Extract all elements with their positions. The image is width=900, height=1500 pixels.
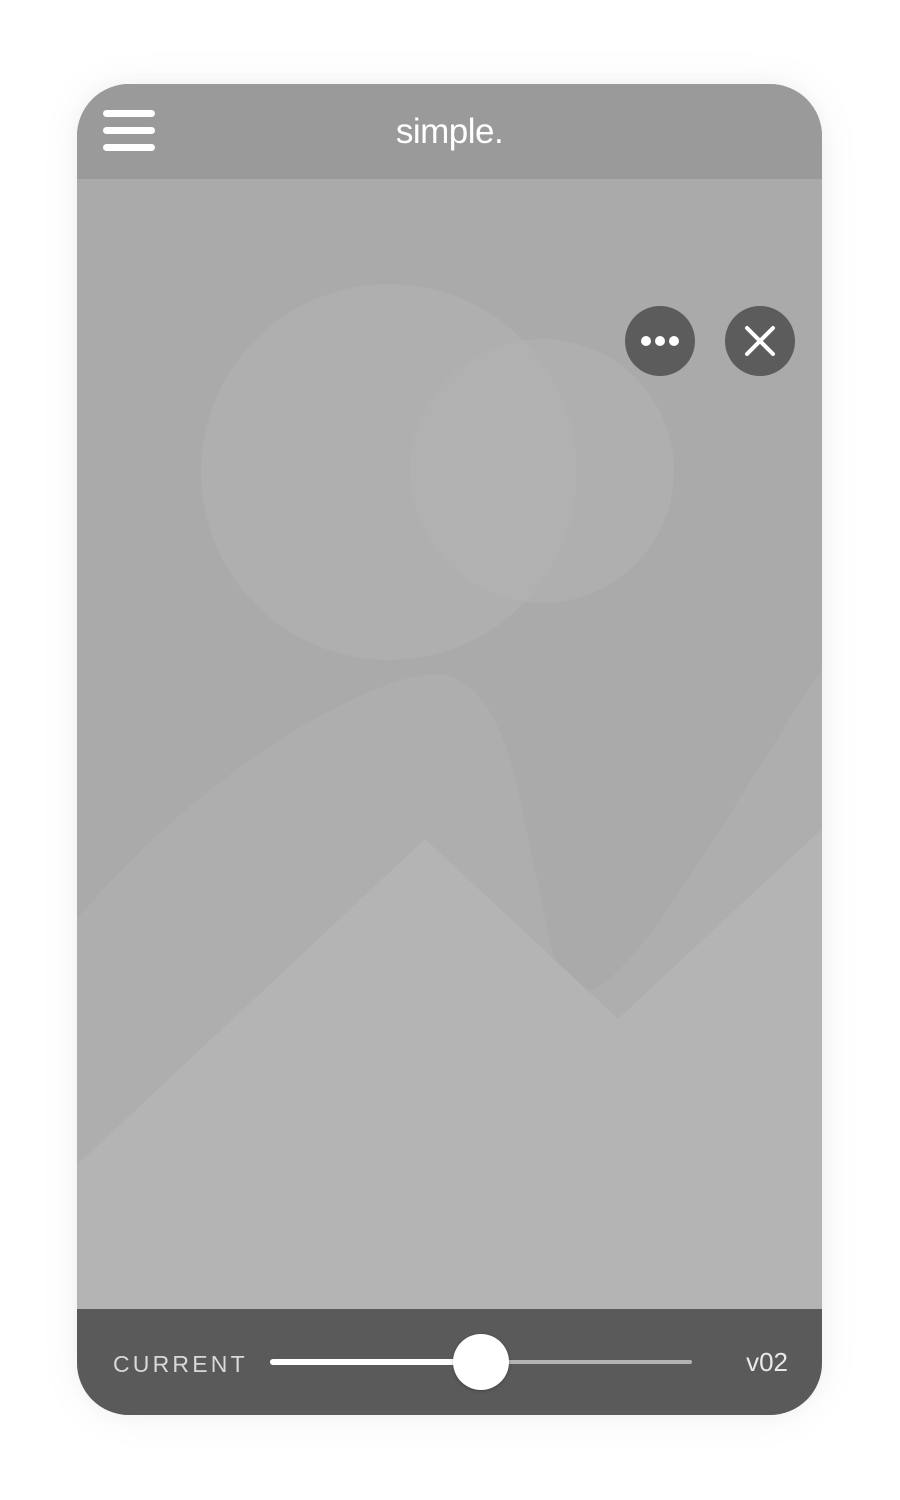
ellipsis-icon: [641, 336, 679, 346]
current-label: CURRENT: [113, 1351, 248, 1377]
slider-thumb[interactable]: [453, 1334, 509, 1390]
version-footer: CURRENT v02: [77, 1309, 822, 1415]
image-placeholder-icon: [77, 179, 822, 1309]
image-viewer: [77, 179, 822, 1309]
version-slider[interactable]: [270, 1333, 692, 1391]
close-button[interactable]: [725, 306, 795, 376]
version-label: v02: [746, 1347, 788, 1377]
phone-frame: simple. CURRENT v02: [77, 84, 822, 1415]
slider-fill: [270, 1359, 481, 1365]
more-options-button[interactable]: [625, 306, 695, 376]
app-header: simple.: [77, 84, 822, 179]
app-title: simple.: [395, 112, 504, 151]
close-x-icon: [745, 326, 775, 356]
